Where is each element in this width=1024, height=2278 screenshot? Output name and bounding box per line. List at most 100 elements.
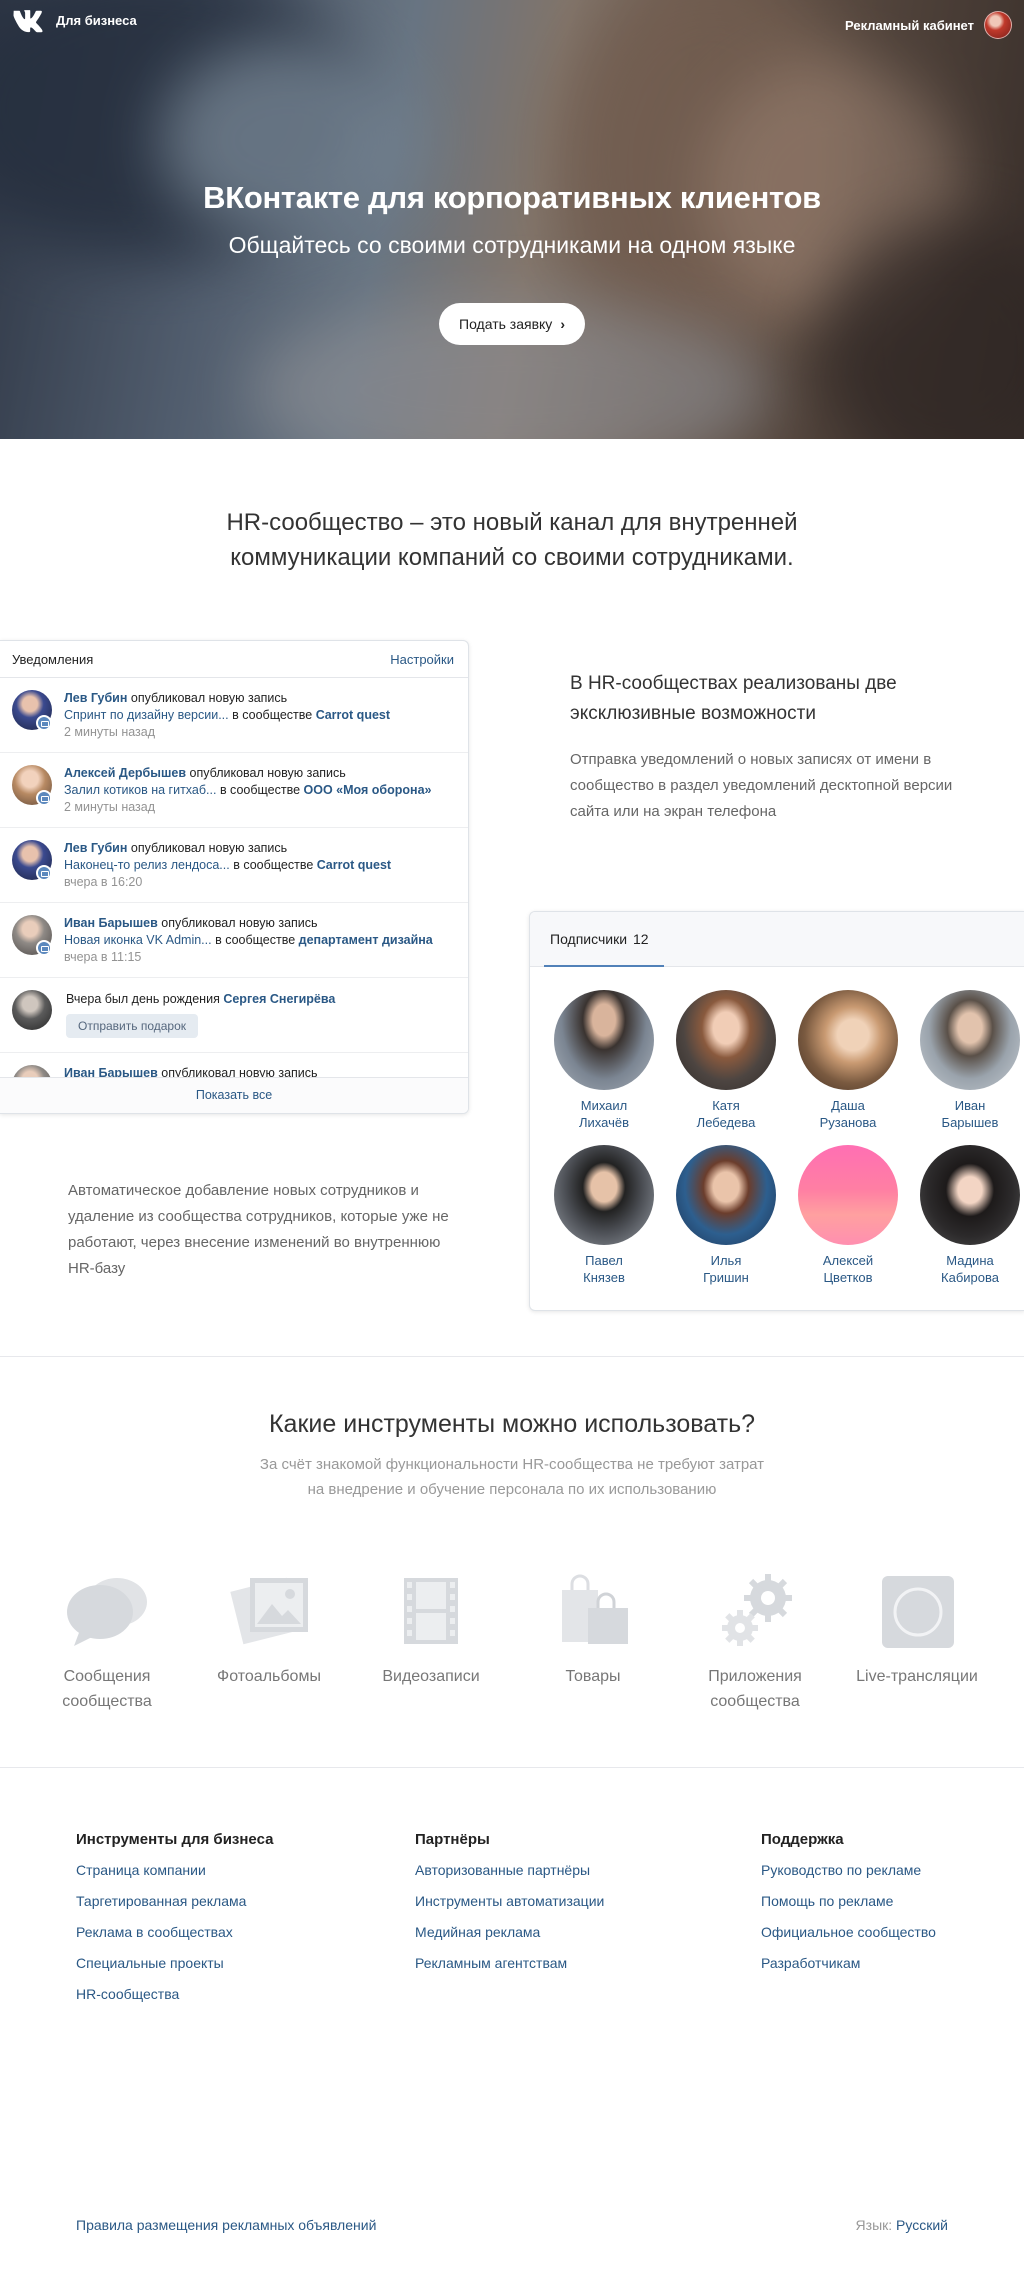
subscriber-card[interactable]: Иван Барышев bbox=[920, 990, 1020, 1131]
footer-link[interactable]: Руководство по рекламе bbox=[761, 1862, 936, 1878]
subscriber-last-name: Цветков bbox=[823, 1270, 873, 1285]
hero-overlay bbox=[0, 0, 1024, 439]
subscriber-last-name: Лебедева bbox=[696, 1115, 756, 1130]
birthday-notification: Вчера был день рождения Сергея Снегирёва… bbox=[0, 978, 468, 1053]
footer-link[interactable]: Страница компании bbox=[76, 1862, 273, 1878]
subscriber-first-name: Мадина bbox=[946, 1253, 994, 1268]
tool-label: Приложения bbox=[708, 1668, 802, 1685]
notifications-title: Уведомления bbox=[12, 652, 94, 667]
tool-label: Сообщения bbox=[63, 1668, 151, 1685]
notification-author[interactable]: Лев Губин bbox=[64, 691, 127, 705]
notification-author[interactable]: Лев Губин bbox=[64, 841, 127, 855]
gears-icon bbox=[722, 1574, 792, 1646]
footer-link[interactable]: HR-сообщества bbox=[76, 1986, 273, 2002]
notification-author[interactable]: Иван Барышев bbox=[64, 916, 158, 930]
tool-label: Live-трансляции bbox=[856, 1668, 978, 1685]
footer-divider bbox=[0, 1767, 1024, 1768]
send-gift-button[interactable]: Отправить подарок bbox=[66, 1014, 199, 1038]
ad-cabinet-link[interactable]: Рекламный кабинет bbox=[845, 18, 974, 33]
footer-link[interactable]: Таргетированная реклама bbox=[76, 1893, 273, 1909]
subscriber-photo bbox=[798, 990, 898, 1090]
birthday-person[interactable]: Сергея Снегирёва bbox=[223, 992, 335, 1006]
subscriber-last-name: Лихачёв bbox=[578, 1115, 629, 1130]
subscriber-photo bbox=[920, 1145, 1020, 1245]
vk-logo-icon[interactable] bbox=[11, 9, 47, 33]
show-all-button[interactable]: Показать все bbox=[0, 1077, 468, 1113]
subscriber-last-name: Барышев bbox=[941, 1115, 999, 1130]
hero-title: ВКонтакте для корпоративных клиентов bbox=[203, 180, 821, 215]
footer-link[interactable]: Авторизованные партнёры bbox=[415, 1862, 604, 1878]
photo-albums-icon bbox=[230, 1577, 308, 1645]
notification-group[interactable]: департамент дизайна bbox=[299, 933, 433, 947]
notification-item[interactable]: Алексей Дербышев опубликовал новую запис… bbox=[0, 753, 468, 828]
subscribers-panel: Подписчики 12 Михаил Лихачёв Катя Лебедева … bbox=[529, 911, 1024, 1311]
subscriber-first-name: Павел bbox=[585, 1253, 623, 1268]
subscriber-card[interactable]: Илья Гришин bbox=[676, 1145, 776, 1286]
active-tab-indicator bbox=[544, 965, 664, 967]
footer-heading: Поддержка bbox=[761, 1831, 844, 1848]
notifications-settings-link[interactable]: Настройки bbox=[390, 652, 454, 667]
footer-column-partners: Партнёры Авторизованные партнёры Инструм… bbox=[415, 1831, 604, 1986]
feature-description: Отправка уведомлений о новых записях от … bbox=[570, 751, 953, 820]
language-link[interactable]: Русский bbox=[896, 2217, 948, 2233]
tab-subscribers[interactable]: Подписчики 12 bbox=[550, 931, 649, 947]
tools-subtitle: За счёт знакомой функциональности HR-соо… bbox=[259, 1456, 765, 1498]
notification-group[interactable]: ООО «Моя оборона» bbox=[304, 783, 432, 797]
tool-label: Фотоальбомы bbox=[217, 1668, 321, 1685]
feature-description-2: Автоматическое добавление новых сотрудни… bbox=[68, 1182, 449, 1277]
notification-item[interactable]: Лев Губин опубликовал новую запись Након… bbox=[0, 828, 468, 903]
notification-group[interactable]: Carrot quest bbox=[316, 708, 390, 722]
tool-messages: Сообщения сообщества bbox=[37, 1572, 177, 1714]
tool-live: Live-трансляции bbox=[847, 1572, 987, 1689]
subscriber-card[interactable]: Павел Князев bbox=[554, 1145, 654, 1286]
notification-time: 2 минуты назад bbox=[64, 800, 156, 814]
notification-in-group: в сообществе bbox=[215, 933, 296, 947]
feature-heading: В HR-сообществах реализованы две эксклюз… bbox=[570, 673, 897, 724]
tool-label: Видеозаписи bbox=[382, 1668, 480, 1685]
apply-button[interactable]: Подать заявку › bbox=[439, 303, 585, 345]
footer-link[interactable]: Медийная реклама bbox=[415, 1924, 604, 1940]
tool-photo-albums: Фотоальбомы bbox=[199, 1572, 339, 1689]
tool-apps: Приложения сообщества bbox=[685, 1572, 825, 1714]
subscriber-card[interactable]: Алексей Цветков bbox=[798, 1145, 898, 1286]
notification-item[interactable]: Лев Губин опубликовал новую запись Сприн… bbox=[0, 678, 468, 753]
user-avatar[interactable] bbox=[984, 11, 1012, 39]
subscribers-count: 12 bbox=[633, 931, 649, 947]
subscriber-first-name: Илья bbox=[710, 1253, 742, 1268]
notification-snippet[interactable]: Спринт по дизайну версии... bbox=[64, 708, 229, 722]
subscriber-card[interactable]: Михаил Лихачёв bbox=[554, 990, 654, 1131]
footer-link[interactable]: Инструменты автоматизации bbox=[415, 1893, 604, 1909]
notification-snippet[interactable]: Новая иконка VK Admin... bbox=[64, 933, 212, 947]
notification-time: вчера в 16:20 bbox=[64, 875, 143, 889]
notification-item[interactable]: Иван Барышев опубликовал новую запись bbox=[0, 1053, 468, 1078]
footer-link[interactable]: Разработчикам bbox=[761, 1955, 936, 1971]
hero-subtitle: Общайтесь со своими сотрудниками на одно… bbox=[228, 232, 796, 258]
subscriber-card[interactable]: Мадина Кабирова bbox=[920, 1145, 1020, 1286]
subscriber-photo bbox=[920, 990, 1020, 1090]
footer-link[interactable]: Официальное сообщество bbox=[761, 1924, 936, 1940]
footer-link[interactable]: Реклама в сообществах bbox=[76, 1924, 273, 1940]
notification-action: опубликовал новую запись bbox=[189, 766, 346, 780]
notification-author[interactable]: Алексей Дербышев bbox=[64, 766, 186, 780]
section-divider bbox=[0, 1356, 1024, 1357]
notification-action: опубликовал новую запись bbox=[161, 916, 318, 930]
subscriber-card[interactable]: Даша Рузанова bbox=[798, 990, 898, 1131]
notification-item[interactable]: Иван Барышев опубликовал новую запись Но… bbox=[0, 903, 468, 978]
notification-group[interactable]: Carrot quest bbox=[317, 858, 391, 872]
live-icon bbox=[882, 1576, 954, 1648]
ad-rules-link[interactable]: Правила размещения рекламных объявлений bbox=[76, 2217, 376, 2233]
footer-link[interactable]: Рекламным агентствам bbox=[415, 1955, 604, 1971]
tool-label-2: сообщества bbox=[710, 1693, 800, 1710]
notification-action: опубликовал новую запись bbox=[130, 691, 288, 705]
notification-snippet[interactable]: Залил котиков на гитхаб... bbox=[64, 783, 216, 797]
footer-link[interactable]: Специальные проекты bbox=[76, 1955, 273, 1971]
subscriber-card[interactable]: Катя Лебедева bbox=[676, 990, 776, 1131]
subscriber-first-name: Катя bbox=[712, 1098, 740, 1113]
footer-link[interactable]: Помощь по рекламе bbox=[761, 1893, 936, 1909]
notification-snippet[interactable]: Наконец-то релиз лендоса... bbox=[64, 858, 230, 872]
notifications-header: Уведомления Настройки bbox=[0, 641, 468, 678]
subscriber-last-name: Гришин bbox=[703, 1270, 749, 1285]
language-selector: Язык: Русский bbox=[856, 2217, 948, 2233]
tools-title: Какие инструменты можно использовать? bbox=[268, 1410, 756, 1438]
brand-label[interactable]: Для бизнеса bbox=[56, 13, 137, 28]
